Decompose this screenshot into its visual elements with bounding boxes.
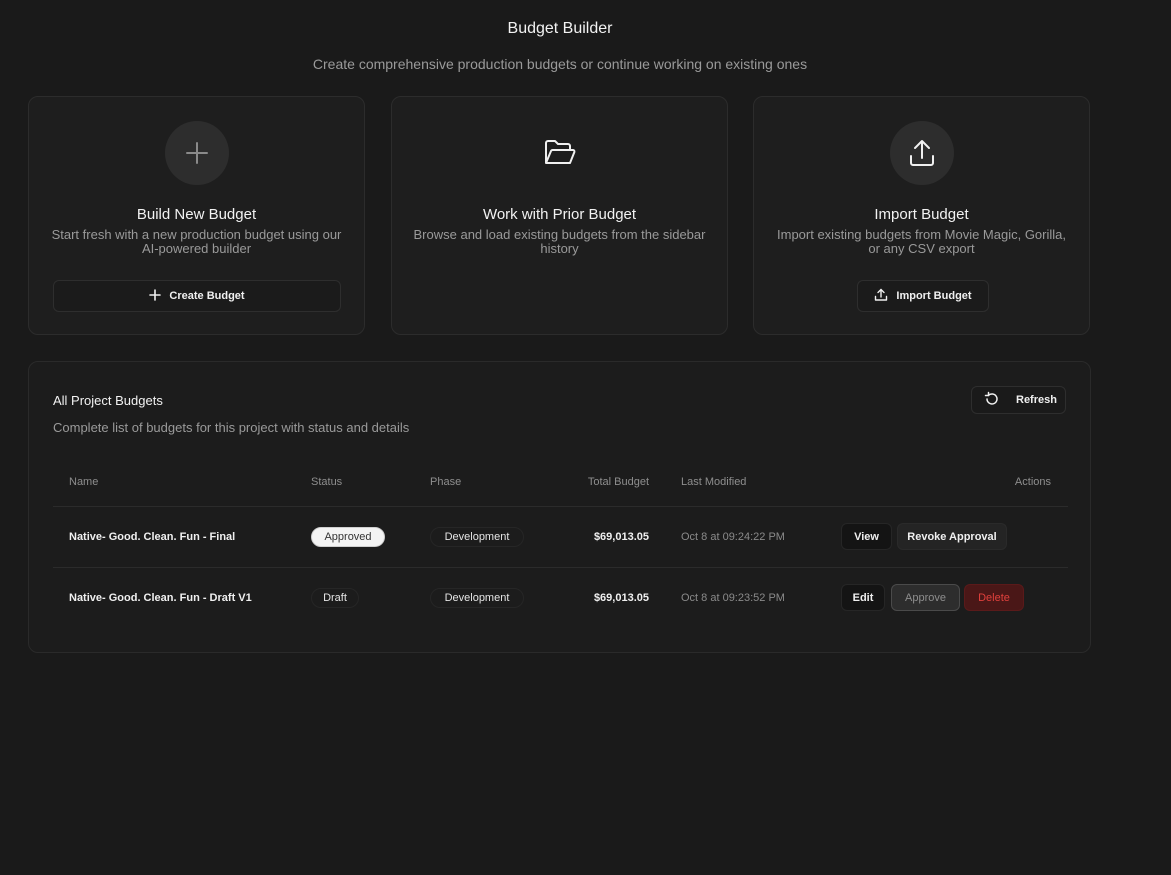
edit-button[interactable]: Edit — [841, 584, 885, 611]
card-description: Import existing budgets from Movie Magic… — [777, 227, 1066, 256]
card-title: Build New Budget — [136, 206, 257, 223]
folder-open-icon — [528, 121, 592, 185]
budget-name[interactable]: Native- Good. Clean. Fun - Final — [69, 531, 235, 543]
plus-icon — [165, 121, 229, 185]
create-budget-button[interactable]: Create Budget — [53, 280, 341, 312]
import-budget-label: Import Budget — [896, 290, 972, 302]
phase-badge: Development — [430, 588, 524, 608]
card-title: Import Budget — [874, 206, 969, 223]
column-header-total-budget: Total Budget — [587, 476, 649, 488]
refresh-label: Refresh — [1016, 394, 1057, 406]
approve-button[interactable]: Approve — [891, 584, 960, 611]
phase-badge: Development — [430, 527, 524, 547]
refresh-icon — [984, 391, 1000, 410]
total-budget: $69,013.05 — [593, 592, 649, 604]
build-new-budget-card: Build New Budget Start fresh with a new … — [28, 96, 365, 335]
status-badge: Approved — [311, 527, 385, 547]
page-title: Budget Builder — [507, 20, 613, 37]
view-button[interactable]: View — [841, 523, 892, 550]
status-badge: Draft — [311, 588, 359, 608]
plus-icon — [149, 288, 162, 304]
last-modified: Oct 8 at 09:23:52 PM — [681, 592, 785, 604]
upload-icon — [890, 121, 954, 185]
revoke-approval-button[interactable]: Revoke Approval — [897, 523, 1007, 550]
upload-icon — [874, 288, 888, 305]
card-title: Work with Prior Budget — [482, 206, 637, 223]
card-description: Start fresh with a new production budget… — [51, 227, 342, 256]
panel-subtitle: Complete list of budgets for this projec… — [53, 420, 410, 435]
refresh-button[interactable]: Refresh — [971, 386, 1066, 414]
import-budget-button[interactable]: Import Budget — [857, 280, 989, 312]
delete-button[interactable]: Delete — [964, 584, 1024, 611]
all-budgets-panel: All Project Budgets Complete list of bud… — [28, 361, 1091, 653]
divider — [53, 506, 1068, 507]
panel-title: All Project Budgets — [53, 393, 163, 408]
create-budget-label: Create Budget — [169, 290, 245, 302]
card-description: Browse and load existing budgets from th… — [413, 227, 706, 256]
column-header-last-modified: Last Modified — [681, 476, 747, 488]
total-budget: $69,013.05 — [593, 531, 649, 543]
prior-budget-card[interactable]: Work with Prior Budget Browse and load e… — [391, 96, 728, 335]
column-header-actions: Actions — [1014, 476, 1051, 488]
budget-name[interactable]: Native- Good. Clean. Fun - Draft V1 — [69, 592, 252, 604]
column-header-phase: Phase — [430, 476, 462, 488]
last-modified: Oct 8 at 09:24:22 PM — [681, 531, 785, 543]
import-budget-card: Import Budget Import existing budgets fr… — [753, 96, 1090, 335]
column-header-status: Status — [311, 476, 343, 488]
divider — [53, 567, 1068, 568]
column-header-name: Name — [69, 476, 99, 488]
page-subtitle: Create comprehensive production budgets … — [312, 56, 808, 72]
